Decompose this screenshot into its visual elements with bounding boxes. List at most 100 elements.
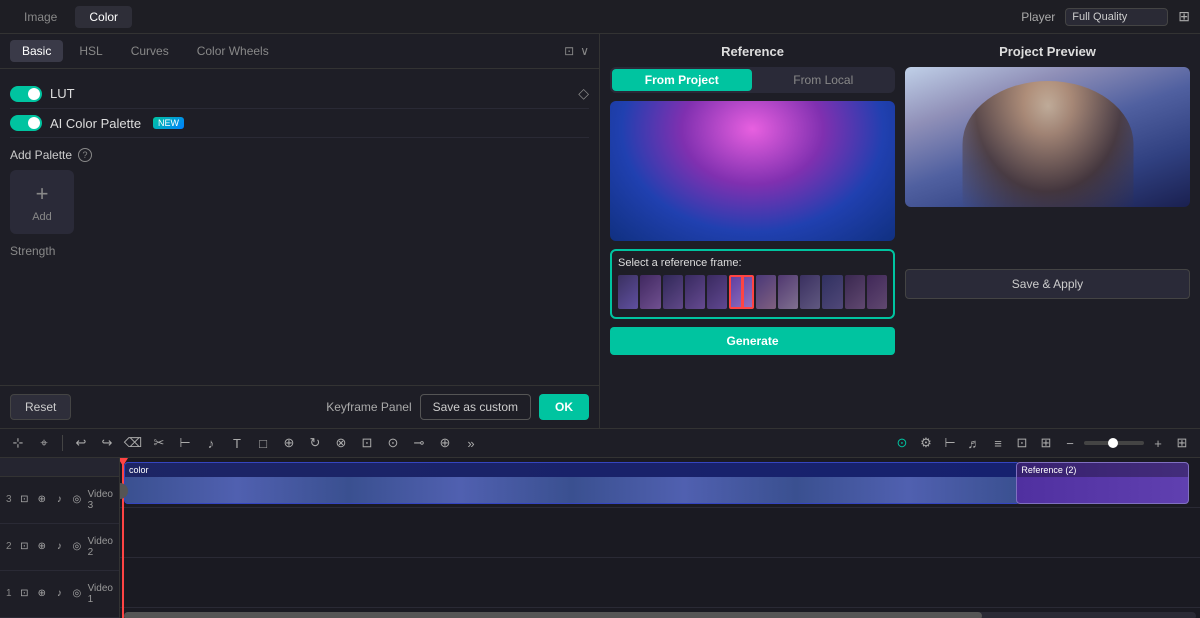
filmstrip-frame-9[interactable] xyxy=(800,275,820,309)
filmstrip-frame-10[interactable] xyxy=(822,275,842,309)
tool-more-icon[interactable]: » xyxy=(461,433,481,453)
filmstrip[interactable] xyxy=(618,273,887,311)
add-palette-row: Add Palette ? xyxy=(10,138,589,170)
lut-toggle-left: LUT xyxy=(10,86,75,102)
grid-view-icon[interactable]: ⊞ xyxy=(1178,8,1190,25)
filmstrip-frame-7[interactable] xyxy=(756,275,776,309)
tool-zoom-out-icon[interactable]: − xyxy=(1060,433,1080,453)
track2-hide-icon[interactable]: ⊕ xyxy=(35,537,49,557)
video3-ref-clip[interactable]: Reference (2) xyxy=(1016,462,1189,504)
tool-rect-icon[interactable]: □ xyxy=(253,433,273,453)
tool-photo-icon[interactable]: ⊡ xyxy=(357,433,377,453)
tool-audio-icon[interactable]: ♪ xyxy=(201,433,221,453)
track-header-video1: 1 ⊡ ⊕ ♪ ◎ Video 1 xyxy=(0,571,119,618)
horizontal-scrollbar[interactable] xyxy=(124,612,1196,618)
filmstrip-frame-4[interactable] xyxy=(685,275,705,309)
tool-delete-icon[interactable]: ⌫ xyxy=(123,433,143,453)
filmstrip-frame-6[interactable] xyxy=(729,275,753,309)
tool-display-icon[interactable]: ⊞ xyxy=(1036,433,1056,453)
quality-select[interactable]: Full Quality Half Quality Quarter Qualit… xyxy=(1065,8,1168,26)
toolbar-separator-1 xyxy=(62,435,63,451)
tool-search-icon[interactable]: ⊕ xyxy=(279,433,299,453)
tool-camera-icon[interactable]: ⊡ xyxy=(1012,433,1032,453)
ref-tab-from-local[interactable]: From Local xyxy=(754,69,894,91)
save-as-custom-button[interactable]: Save as custom xyxy=(420,394,531,420)
track2-label: Video 2 xyxy=(88,536,113,558)
panel-content: LUT ◇ AI Color Palette NEW Add Palette ?… xyxy=(0,69,599,385)
track1-hide-icon[interactable]: ⊕ xyxy=(35,584,49,604)
track-row-video1[interactable] xyxy=(120,558,1200,608)
expand-icon[interactable]: ⊡ xyxy=(564,44,574,58)
track3-audio-icon[interactable]: ♪ xyxy=(53,490,67,510)
add-palette-help-icon[interactable]: ? xyxy=(78,148,92,162)
subtab-curves[interactable]: Curves xyxy=(119,40,181,62)
tab-color[interactable]: Color xyxy=(75,6,132,28)
tool-text-icon[interactable]: T xyxy=(227,433,247,453)
lut-diamond-icon[interactable]: ◇ xyxy=(578,85,589,102)
track3-label: Video 3 xyxy=(88,489,113,511)
save-and-apply-button[interactable]: Save & Apply xyxy=(905,269,1190,299)
ok-button[interactable]: OK xyxy=(539,394,589,420)
tool-cut-icon[interactable]: ✂ xyxy=(149,433,169,453)
filmstrip-frame-8[interactable] xyxy=(778,275,798,309)
tool-grid-icon[interactable]: ⊞ xyxy=(1172,433,1192,453)
lut-toggle-switch[interactable] xyxy=(10,86,42,102)
timeline-section: ⊹ ⌖ ↩ ↪ ⌫ ✂ ⊢ ♪ T □ ⊕ ↻ ⊗ ⊡ ⊙ ⊸ ⊕ » ⊙ ⚙ … xyxy=(0,428,1200,618)
track3-eye-icon[interactable]: ◎ xyxy=(70,490,84,510)
tool-shield-icon[interactable]: ⊢ xyxy=(940,433,960,453)
tool-speed-icon[interactable]: ⊸ xyxy=(409,433,429,453)
track-header-video2: 2 ⊡ ⊕ ♪ ◎ Video 2 xyxy=(0,524,119,571)
reference-image xyxy=(610,101,895,241)
tool-zoom-in-icon[interactable]: + xyxy=(1148,433,1168,453)
panel-expand-icons[interactable]: ⊡ ∨ xyxy=(564,44,589,58)
filmstrip-frame-1[interactable] xyxy=(618,275,638,309)
main-area: Basic HSL Curves Color Wheels ⊡ ∨ LUT ◇ xyxy=(0,34,1200,428)
tool-trim-icon[interactable]: ⊢ xyxy=(175,433,195,453)
zoom-slider[interactable] xyxy=(1084,441,1144,445)
tool-undo-icon[interactable]: ↩ xyxy=(71,433,91,453)
track2-eye-icon[interactable]: ◎ xyxy=(70,537,84,557)
track2-audio-icon[interactable]: ♪ xyxy=(53,537,67,557)
add-palette-box[interactable]: + Add xyxy=(10,170,74,234)
tool-fx-icon[interactable]: ⊕ xyxy=(435,433,455,453)
tool-eq-icon[interactable]: ≡ xyxy=(988,433,1008,453)
reset-button[interactable]: Reset xyxy=(10,394,71,420)
tool-settings-icon[interactable]: ⚙ xyxy=(916,433,936,453)
tab-image[interactable]: Image xyxy=(10,6,71,28)
filmstrip-frame-11[interactable] xyxy=(845,275,865,309)
filmstrip-frame-12[interactable] xyxy=(867,275,887,309)
collapse-icon[interactable]: ∨ xyxy=(580,44,589,58)
new-badge: NEW xyxy=(153,117,184,129)
subtab-basic[interactable]: Basic xyxy=(10,40,63,62)
track1-lock-icon[interactable]: ⊡ xyxy=(18,584,32,604)
tool-timer-icon[interactable]: ⊙ xyxy=(383,433,403,453)
track-num-3: 3 xyxy=(6,494,12,505)
tool-loop-icon[interactable]: ↻ xyxy=(305,433,325,453)
filmstrip-frame-2[interactable] xyxy=(640,275,660,309)
tool-link-icon[interactable]: ⊗ xyxy=(331,433,351,453)
ref-tab-from-project[interactable]: From Project xyxy=(612,69,752,91)
keyframe-panel-button[interactable]: Keyframe Panel xyxy=(326,394,411,420)
track1-eye-icon[interactable]: ◎ xyxy=(70,584,84,604)
tool-select-icon[interactable]: ⊹ xyxy=(8,433,28,453)
tool-blade-icon[interactable]: ⌖ xyxy=(34,433,54,453)
panel-bottom: Reset Keyframe Panel Save as custom OK xyxy=(0,385,599,428)
subtab-hsl[interactable]: HSL xyxy=(67,40,114,62)
track3-lock-icon[interactable]: ⊡ xyxy=(18,490,32,510)
track2-lock-icon[interactable]: ⊡ xyxy=(18,537,32,557)
track1-audio-icon[interactable]: ♪ xyxy=(53,584,67,604)
ai-palette-toggle-switch[interactable] xyxy=(10,115,42,131)
filmstrip-frame-5[interactable] xyxy=(707,275,727,309)
track-row-video2[interactable] xyxy=(120,508,1200,558)
main-tabs: Image Color xyxy=(10,6,132,28)
tool-redo-icon[interactable]: ↪ xyxy=(97,433,117,453)
track-row-video3[interactable]: color Ref xyxy=(120,458,1200,508)
subtab-color-wheels[interactable]: Color Wheels xyxy=(185,40,281,62)
generate-button[interactable]: Generate xyxy=(610,327,895,355)
tool-mic-icon[interactable]: ♬ xyxy=(964,433,984,453)
filmstrip-frame-3[interactable] xyxy=(663,275,683,309)
preview-bottom-btns: Save & Apply xyxy=(905,269,1190,299)
video3-color-clip[interactable]: color xyxy=(124,462,1020,504)
tool-record-icon[interactable]: ⊙ xyxy=(892,433,912,453)
track3-hide-icon[interactable]: ⊕ xyxy=(35,490,49,510)
